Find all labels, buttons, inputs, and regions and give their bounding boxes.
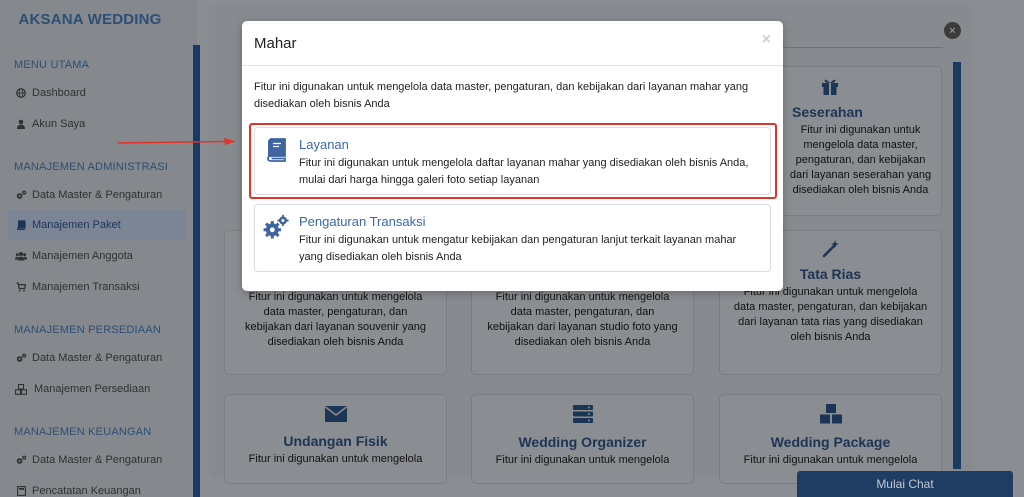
cogs-icon: [14, 455, 28, 465]
modal-description: Fitur ini digunakan untuk mengelola data…: [254, 81, 749, 110]
option-title: Pengaturan Transaksi: [299, 214, 426, 229]
option-pengaturan-transaksi[interactable]: Pengaturan Transaksi Fitur ini digunakan…: [254, 204, 771, 272]
sidebar-scrollbar[interactable]: [193, 45, 200, 497]
card-description: Fitur ini digunakan untuk mengelola data…: [244, 291, 426, 348]
sidebar-item-label: Manajemen Anggota: [32, 250, 133, 262]
cart-icon: [14, 282, 28, 292]
sidebar-item-akun-saya[interactable]: Akun Saya: [8, 109, 186, 139]
sidebar: AKSANA WEDDING MENU UTAMA Dashboard Akun…: [0, 0, 197, 497]
sidebar-item-manajemen-transaksi[interactable]: Manajemen Transaksi: [8, 272, 186, 302]
brand-logo-text: AKSANA WEDDING: [18, 11, 162, 28]
sidebar-item-data-master-admin[interactable]: Data Master & Pengaturan: [8, 180, 186, 210]
modal-title: Mahar: [254, 35, 297, 52]
cogs-icon: [263, 214, 289, 240]
card-description: Fitur ini digunakan untuk mengelola: [743, 454, 918, 466]
sidebar-item-label: Manajemen Transaksi: [32, 281, 140, 293]
sidebar-item-pencatatan-keuangan[interactable]: Pencatatan Keuangan: [8, 476, 186, 497]
sidebar-item-dashboard[interactable]: Dashboard: [8, 78, 186, 108]
sidebar-item-data-master-persediaan[interactable]: Data Master & Pengaturan: [8, 343, 186, 373]
section-title-menu-utama: MENU UTAMA: [14, 59, 90, 71]
sidebar-item-label: Data Master & Pengaturan: [32, 189, 163, 201]
card-undangan-fisik[interactable]: Undangan Fisik Fitur ini digunakan untuk…: [224, 394, 447, 484]
card-wedding-organizer[interactable]: Wedding Organizer Fitur ini digunakan un…: [471, 394, 694, 484]
start-chat-button[interactable]: Mulai Chat: [797, 471, 1013, 497]
sidebar-item-label: Akun Saya: [32, 118, 86, 130]
card-description: Fitur ini digunakan untuk mengelola data…: [487, 291, 678, 348]
sidebar-item-label: Dashboard: [32, 87, 86, 99]
card-title: Wedding Package: [770, 434, 891, 450]
cogs-icon: [14, 190, 28, 200]
sidebar-item-label: Data Master & Pengaturan: [32, 352, 163, 364]
card-title: Wedding Organizer: [518, 434, 647, 450]
server-icon: [472, 404, 693, 428]
cubes-icon: [14, 383, 28, 395]
sidebar-item-label: Pencatatan Keuangan: [32, 485, 141, 497]
book-icon: [14, 220, 28, 230]
card-description: Fitur ini digunakan untuk mengelola: [248, 453, 423, 465]
sidebar-item-label: Data Master & Pengaturan: [32, 454, 163, 466]
sidebar-item-manajemen-anggota[interactable]: Manajemen Anggota: [8, 241, 186, 271]
section-title-manajemen-keuangan: MANAJEMEN KEUANGAN: [14, 426, 152, 438]
annotation-highlight-box: [249, 123, 777, 199]
calculator-icon: [14, 486, 28, 496]
card-description: Fitur ini digunakan untuk mengelola data…: [789, 124, 932, 196]
modal-header: Mahar ×: [242, 21, 783, 66]
users-icon: [14, 251, 28, 261]
envelope-icon: [225, 405, 446, 427]
option-description: Fitur ini digunakan untuk mengatur kebij…: [299, 234, 737, 263]
close-icon[interactable]: ×: [944, 22, 961, 39]
sidebar-item-label: Manajemen Persediaan: [34, 383, 151, 395]
card-description: Fitur ini digunakan untuk mengelola data…: [733, 286, 928, 343]
section-title-manajemen-persediaan: MANAJEMEN PERSEDIAAN: [14, 324, 162, 336]
cogs-icon: [14, 353, 28, 363]
sidebar-item-data-master-keuangan[interactable]: Data Master & Pengaturan: [8, 445, 186, 475]
content-scrollbar[interactable]: [953, 62, 961, 469]
header-divider: [783, 47, 943, 48]
section-title-manajemen-administrasi: MANAJEMEN ADMINISTRASI: [14, 161, 169, 173]
sidebar-item-manajemen-paket[interactable]: Manajemen Paket: [8, 210, 186, 240]
gift-icon: [820, 76, 840, 100]
card-title: Undangan Fisik: [283, 433, 388, 449]
card-title: Seserahan: [792, 104, 863, 120]
modal-close-button[interactable]: ×: [762, 31, 771, 49]
cubes-icon: [720, 403, 941, 429]
sidebar-item-manajemen-persediaan[interactable]: Manajemen Persediaan: [8, 374, 186, 404]
globe-icon: [14, 88, 28, 98]
user-icon: [14, 119, 28, 129]
card-description: Fitur ini digunakan untuk mengelola: [495, 454, 670, 466]
sidebar-item-label: Manajemen Paket: [32, 219, 121, 231]
annotation-arrow: [118, 138, 236, 145]
